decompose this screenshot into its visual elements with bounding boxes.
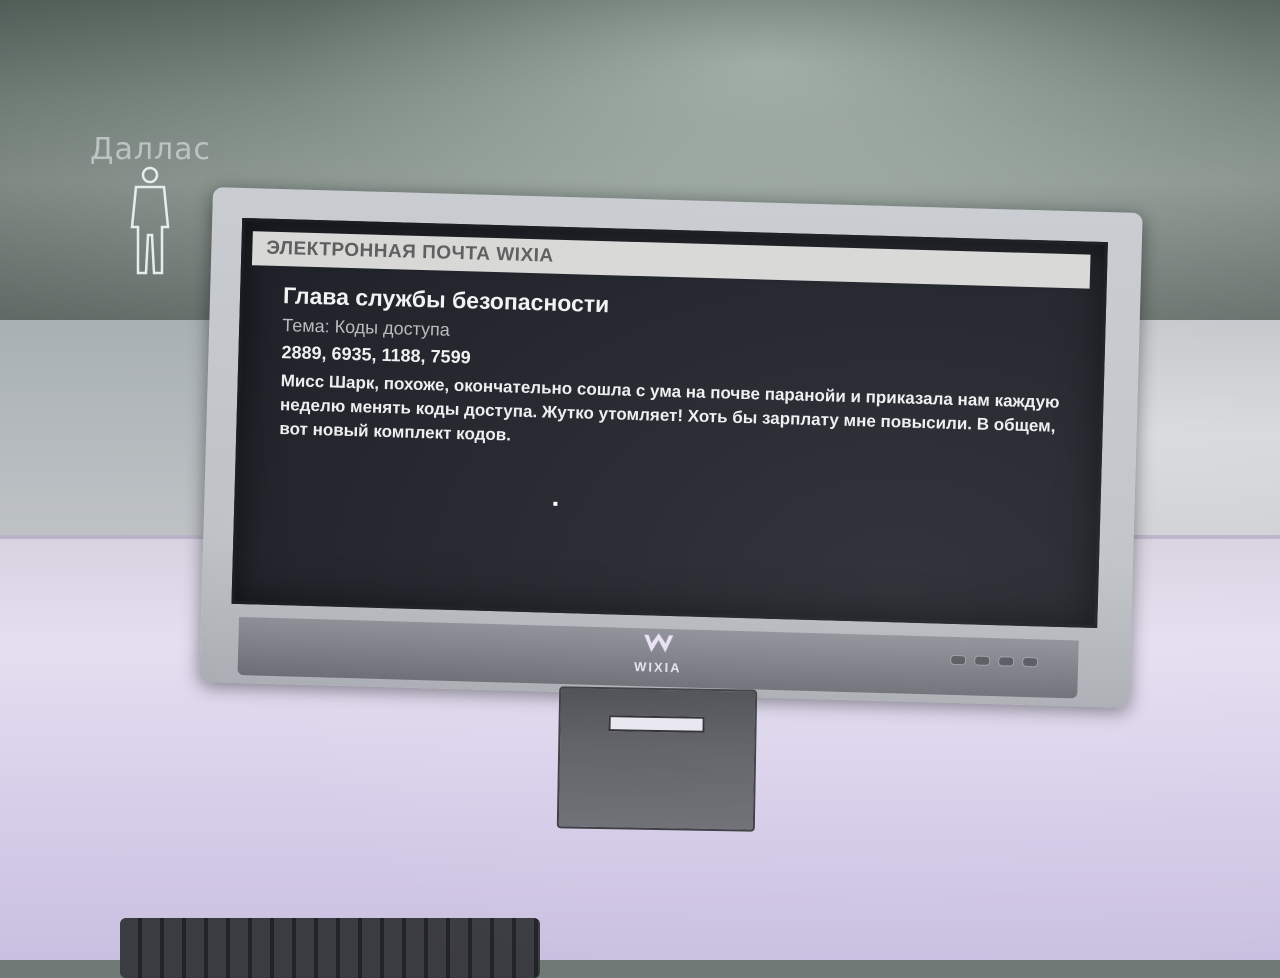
monitor-button[interactable] — [974, 655, 991, 666]
stand-cable-slot — [608, 715, 705, 733]
email-message: Глава службы безопасности Тема: Коды дос… — [279, 282, 1073, 463]
monitor-button[interactable] — [950, 654, 967, 666]
monitor-screen[interactable]: ЭЛЕКТРОННАЯ ПОЧТА WIXIA Глава службы без… — [231, 217, 1108, 628]
email-window-title: ЭЛЕКТРОННАЯ ПОЧТА WIXIA — [251, 231, 1091, 289]
monitor-button[interactable] — [998, 656, 1015, 667]
monitor-bezel: WIXIA — [237, 617, 1079, 699]
person-silhouette-icon[interactable] — [122, 165, 178, 280]
keyboard — [120, 918, 540, 978]
wixia-logo-icon: WIXIA — [628, 632, 689, 676]
monitor-stand — [556, 686, 758, 832]
monitor-buttons — [950, 654, 1039, 668]
email-body-text: Мисс Шарк, похоже, окончательно сошла с … — [279, 371, 1060, 445]
monitor-power-button[interactable] — [1022, 656, 1039, 668]
monitor-brand-name: WIXIA — [633, 659, 682, 676]
mouse-cursor — [553, 501, 558, 506]
npc-name-label: Даллас — [90, 132, 212, 167]
computer-monitor: ЭЛЕКТРОННАЯ ПОЧТА WIXIA Глава службы без… — [199, 187, 1143, 708]
